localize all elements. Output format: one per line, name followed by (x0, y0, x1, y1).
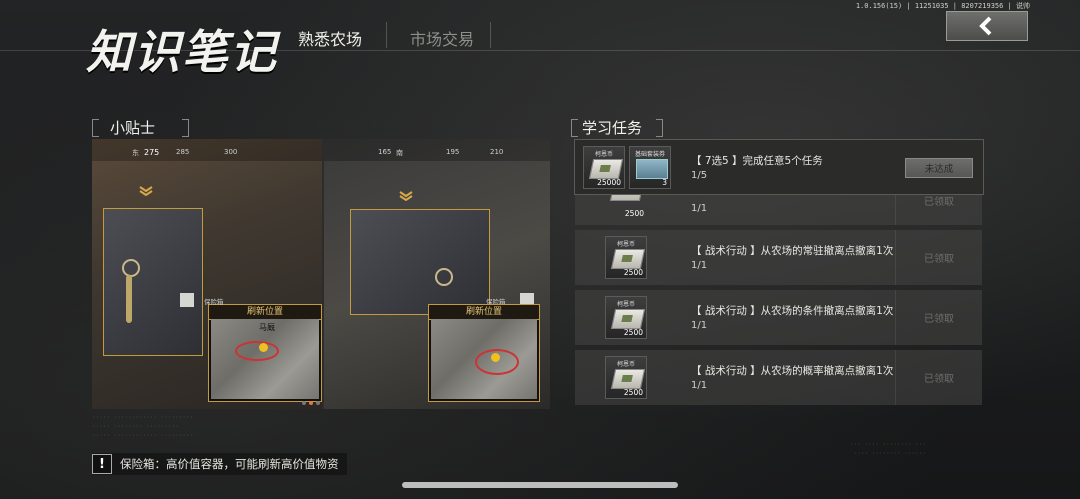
tip-description: ! 保险箱：高价值容器，可能刷新高价值物资 (92, 453, 347, 475)
task-progress: 1/5 (691, 170, 708, 181)
screenshot-left: 东 275 285 300 刷新位置 马厩 保险箱 (92, 139, 322, 409)
marker-icon (259, 343, 268, 352)
safe-model (103, 208, 203, 356)
task-progress: 1/1 (691, 203, 708, 214)
task-item[interactable]: 柯恩币 2500 【 战术行动 】从农场的常驻撤离点撤离1次 1/1 已领取 (575, 230, 982, 285)
carousel-dot[interactable] (302, 401, 306, 405)
safe-item-icon (180, 293, 194, 307)
task-status: 已领取 (895, 230, 982, 285)
reward-amount: 2500 (623, 328, 643, 337)
tip-text: 保险箱：高价值容器，可能刷新高价值物资 (120, 457, 339, 471)
reward-kit[interactable]: 基础套装券 3 (629, 146, 671, 189)
compass-label: 300 (224, 148, 238, 156)
task-item[interactable]: 柯恩币 2500 【 战术行动 】从农场的条件撤离点撤离1次 1/1 已领取 (575, 290, 982, 345)
safe-model (350, 209, 490, 315)
reward-label: 柯恩币 (594, 151, 613, 158)
cash-icon (610, 369, 646, 389)
compass-label: 210 (490, 148, 504, 156)
incomplete-button[interactable]: 未达成 (905, 158, 973, 178)
carousel-dot-active[interactable] (309, 401, 313, 405)
task-item-active[interactable]: 柯恩币 25000 基础套装券 3 【 7选5 】完成任意5个任务 1/5 未达… (574, 139, 984, 195)
tab-market[interactable]: 市场交易 (410, 26, 474, 50)
task-status: 已领取 (895, 350, 982, 405)
item-label: 保险箱 (204, 298, 224, 306)
bracket-left (571, 119, 578, 137)
task-progress: 1/1 (691, 260, 708, 271)
marker-icon (491, 353, 500, 362)
chevron-down-icon (139, 186, 153, 196)
decorative-text: ··· ···· ········ ··· ···· ········ ·····… (850, 441, 926, 457)
back-button[interactable] (946, 11, 1028, 41)
bracket-right (656, 119, 663, 137)
task-title: 【 战术行动 】从农场的常驻撤离点撤离1次 (691, 245, 894, 257)
tips-title: 小贴士 (110, 119, 156, 137)
task-title: 【 7选5 】完成任意5个任务 (691, 155, 823, 167)
task-status: 已领取 (895, 290, 982, 345)
inset-title: 刷新位置 (208, 304, 322, 320)
tab-divider (490, 22, 491, 48)
reward-amount: 2500 (623, 388, 643, 397)
reward-label: 柯恩币 (616, 361, 635, 368)
location-marker (235, 341, 279, 361)
inset-title: 刷新位置 (428, 304, 540, 320)
refresh-location-inset: 刷新位置 马厩 (208, 304, 322, 402)
compass-bar: 东 275 285 300 (92, 139, 322, 161)
compass-label: 南 (396, 149, 403, 157)
tips-image-panel: 东 275 285 300 刷新位置 马厩 保险箱 165 南 195 210 (92, 139, 550, 409)
task-title: 【 战术行动 】从农场的条件撤离点撤离1次 (691, 305, 894, 317)
minimap (431, 319, 537, 399)
cash-icon (610, 309, 646, 329)
safe-handle (126, 275, 132, 323)
carousel-dot[interactable] (316, 401, 320, 405)
chevron-down-icon (399, 191, 413, 201)
task-title: 【 战术行动 】从农场的概率撤离点撤离1次 (691, 365, 894, 377)
compass-label: 275 (144, 148, 160, 157)
compass-label: 195 (446, 148, 460, 156)
reward-amount: 3 (662, 178, 667, 187)
tab-farm[interactable]: 熟悉农场 (298, 26, 362, 50)
compass-bar: 165 南 195 210 (324, 139, 550, 161)
minimap: 马厩 (211, 319, 319, 399)
compass-label: 东 (132, 149, 139, 157)
tab-divider (386, 22, 387, 48)
cash-icon (588, 159, 624, 179)
task-progress: 1/1 (691, 380, 708, 391)
reward-amount: 2500 (623, 268, 643, 277)
cash-icon (610, 249, 646, 269)
warning-icon: ! (92, 454, 112, 474)
bracket-right (182, 119, 189, 137)
compass-label: 165 (378, 148, 392, 156)
dial-icon (122, 259, 140, 277)
reward-coin[interactable]: 柯恩币 2500 (605, 356, 647, 399)
reward-label: 基础套装券 (634, 151, 665, 158)
kit-ticket-icon (636, 159, 668, 179)
dial-icon (435, 268, 453, 286)
decorative-text: ····· ············ ········· ····· ······… (92, 414, 194, 439)
horizontal-scrollbar[interactable] (402, 482, 678, 488)
carousel-indicator[interactable] (302, 401, 320, 405)
chevron-left-icon (979, 16, 992, 36)
page-logo: 知识笔记 (86, 25, 278, 79)
reward-label: 柯恩币 (616, 301, 635, 308)
reward-coin[interactable]: 柯恩币 25000 (583, 146, 625, 189)
task-item[interactable]: 柯恩币 2500 【 战术行动 】从农场的概率撤离点撤离1次 1/1 已领取 (575, 350, 982, 405)
task-progress: 1/1 (691, 320, 708, 331)
reward-label: 柯恩币 (616, 241, 635, 248)
reward-coin[interactable]: 柯恩币 2500 (605, 236, 647, 279)
screenshot-right: 165 南 195 210 保险箱 刷新位置 (324, 139, 550, 409)
reward-amount: 25000 (597, 178, 621, 187)
reward-amount: 2500 (624, 209, 644, 218)
reward-coin[interactable]: 柯恩币 2500 (605, 296, 647, 339)
compass-label: 285 (176, 148, 190, 156)
bracket-left (92, 119, 99, 137)
refresh-location-inset: 刷新位置 (428, 304, 540, 402)
map-label: 马厩 (259, 323, 275, 332)
build-info: 1.0.156(15) | 11251035 | 8207219356 | 说帅 (855, 2, 1030, 10)
tasks-title: 学习任务 (582, 119, 643, 137)
